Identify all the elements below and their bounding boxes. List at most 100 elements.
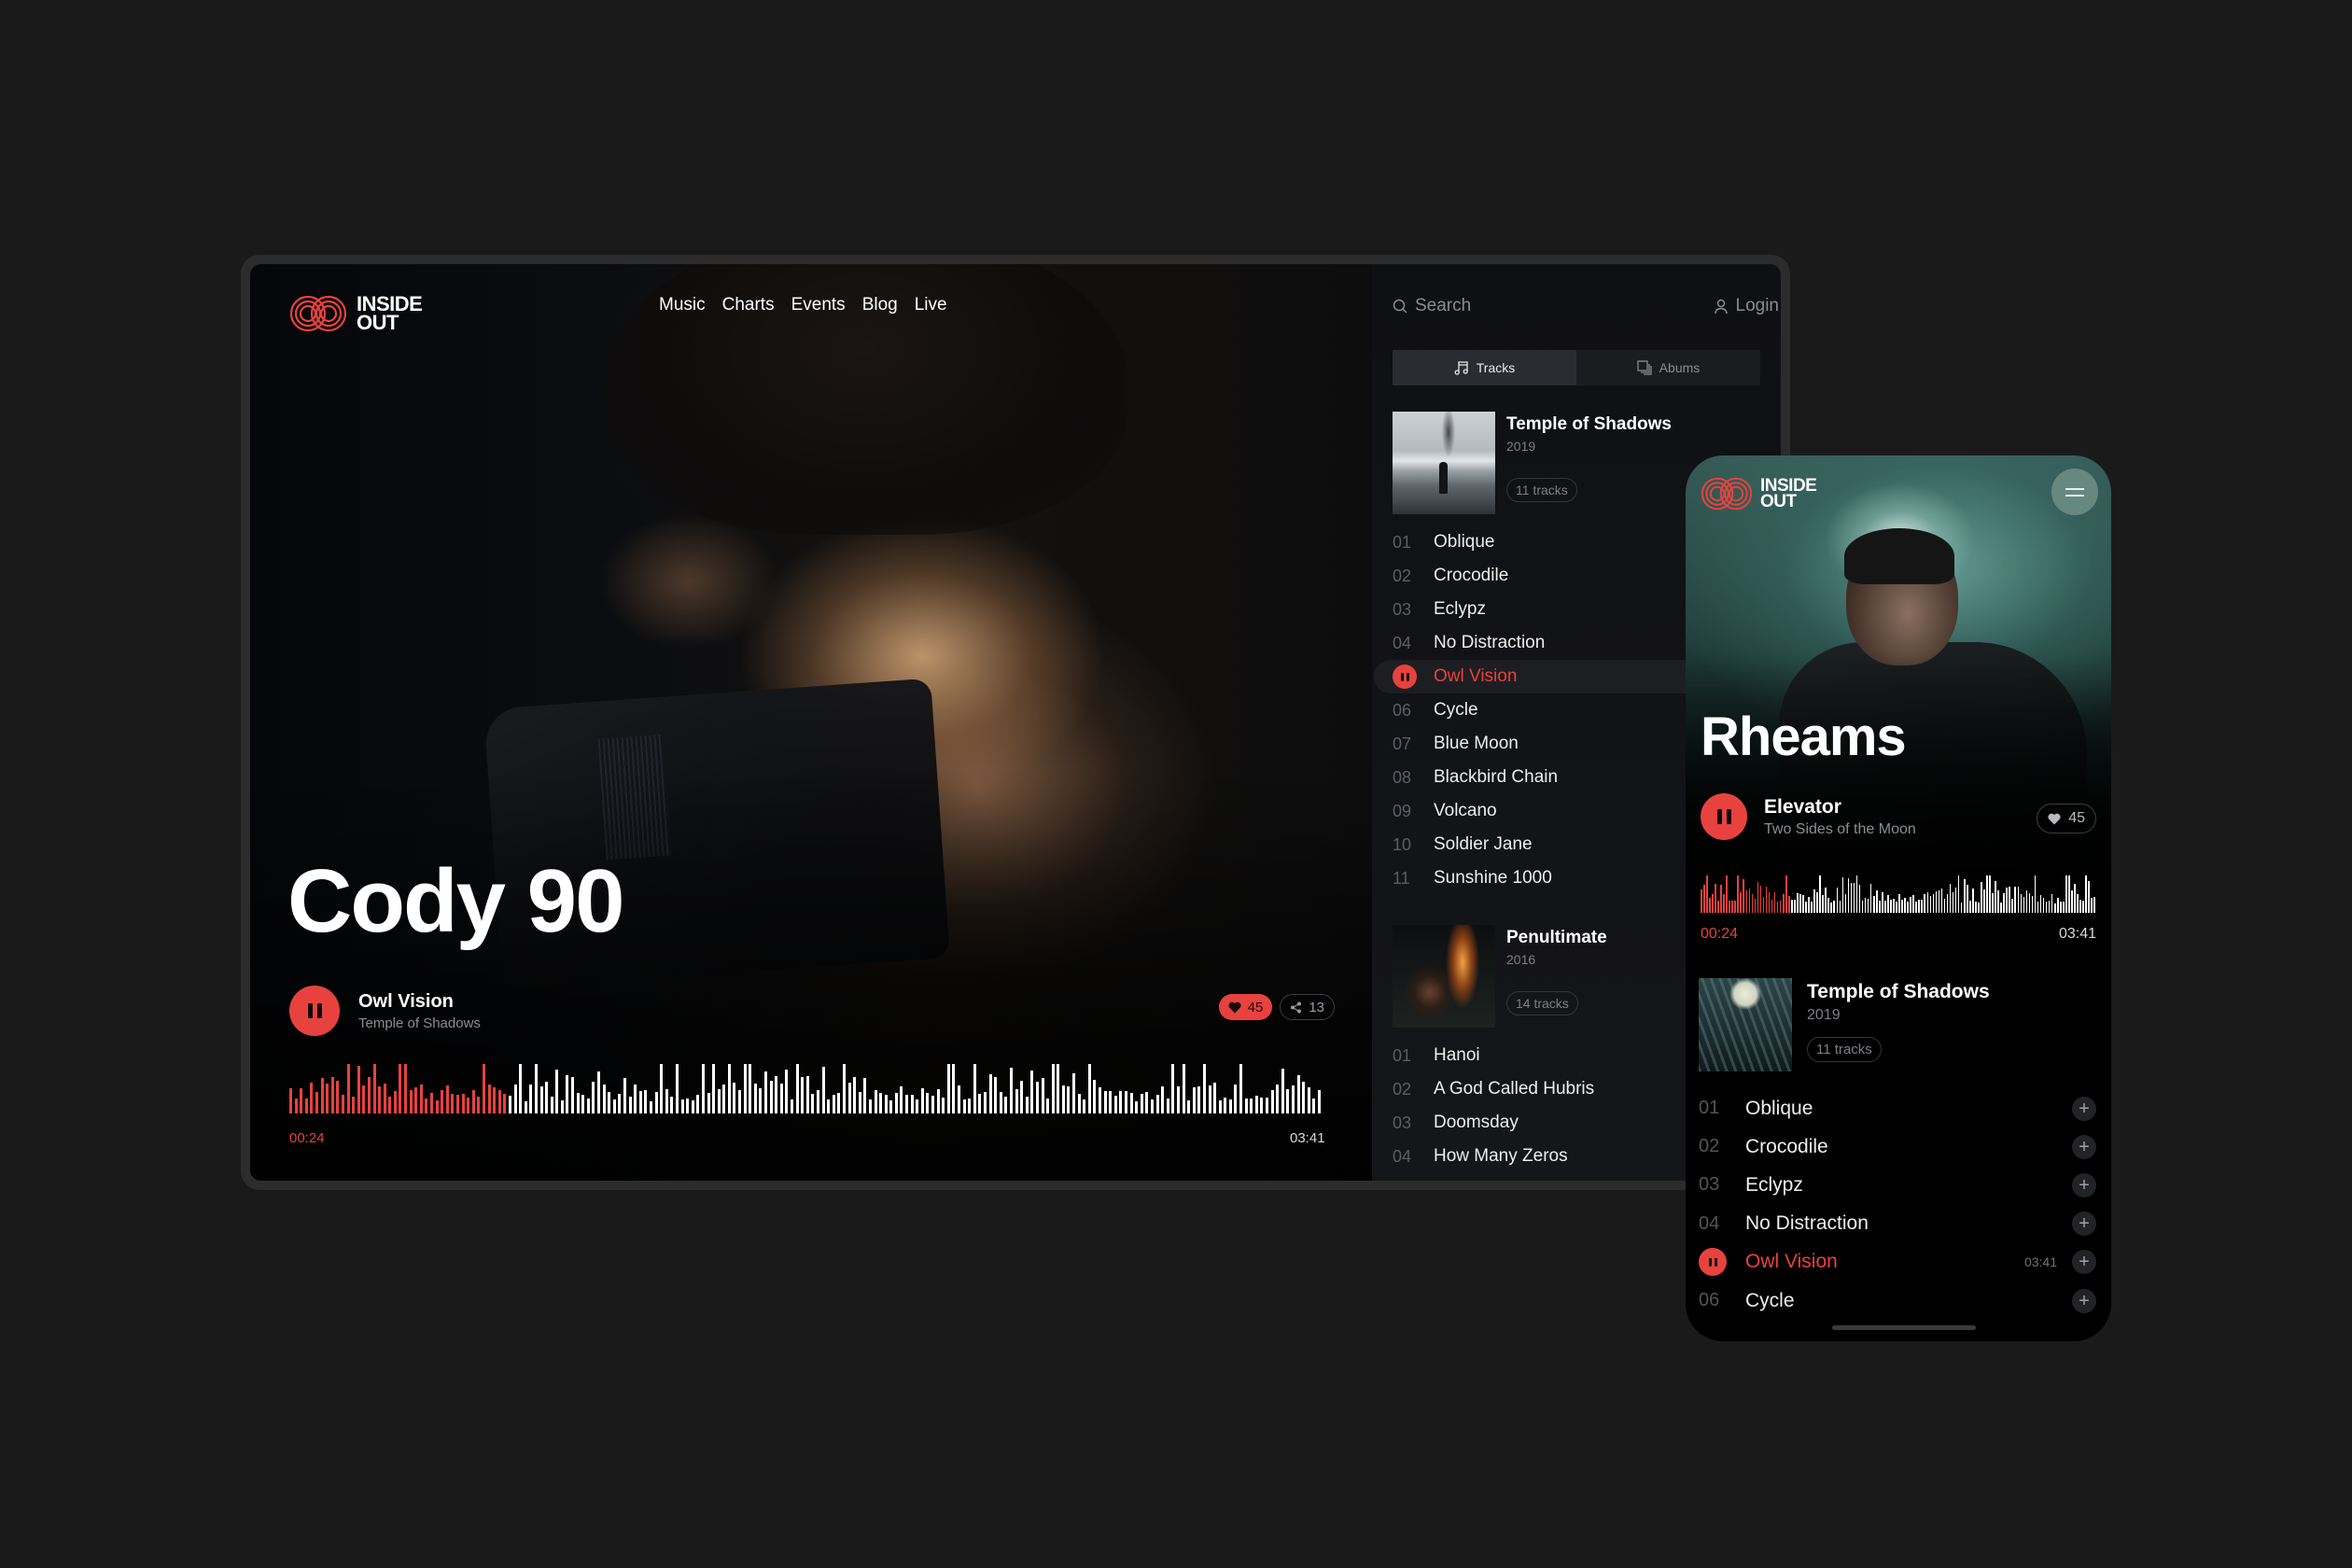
waveform-bar	[1867, 898, 1869, 913]
track-title: Cycle	[1434, 700, 1478, 720]
pause-button[interactable]	[1699, 1248, 1727, 1277]
waveform-bar	[1805, 901, 1807, 913]
waveform-bar	[644, 1090, 648, 1113]
brand-logo[interactable]: INSIDE OUT	[1701, 476, 1817, 511]
waveform-bar	[1954, 887, 1957, 913]
waveform-bar	[1864, 898, 1867, 913]
waveform-bar	[738, 1089, 742, 1113]
waveform-bar	[586, 1098, 590, 1113]
waveform-bar	[1901, 899, 1903, 913]
waveform-bar	[1926, 891, 1929, 913]
waveform-bar	[602, 1084, 606, 1113]
nav-blog[interactable]: Blog	[862, 295, 898, 315]
nav-events[interactable]: Events	[791, 295, 846, 315]
waveform-bar	[811, 1093, 815, 1113]
track-row[interactable]: 01 Oblique +	[1686, 1089, 2111, 1127]
waveform-bar	[2003, 892, 2005, 913]
waveform-bar	[2011, 899, 2014, 913]
add-to-playlist-button[interactable]: +	[2072, 1288, 2096, 1313]
plus-icon: +	[2079, 1136, 2090, 1157]
waveform-bar	[2014, 886, 2017, 913]
track-row[interactable]: Owl Vision 03:41 +	[1686, 1243, 2111, 1281]
waveform-bar	[1083, 1099, 1086, 1113]
waveform-bar	[1799, 894, 1801, 913]
waveform-bar	[2071, 890, 2073, 913]
waveform-bar	[712, 1064, 716, 1113]
nav-live[interactable]: Live	[915, 295, 947, 315]
pause-button[interactable]	[1701, 793, 1747, 840]
waveform-bar	[1119, 1090, 1123, 1113]
waveform-bar	[837, 1093, 841, 1113]
track-title: Oblique	[1745, 1097, 1813, 1119]
album-card[interactable]: Penultimate 2016 14 tracks	[1393, 925, 1607, 1028]
plus-icon: +	[2079, 1098, 2090, 1119]
add-to-playlist-button[interactable]: +	[2072, 1172, 2096, 1197]
waveform-seekbar[interactable]	[289, 1064, 1327, 1113]
waveform-bar	[399, 1064, 402, 1113]
waveform-bar	[675, 1064, 679, 1113]
current-time: 00:24	[1701, 926, 1739, 942]
track-number: 03	[1699, 1174, 1720, 1196]
pause-button[interactable]	[1393, 665, 1417, 689]
nav-music[interactable]: Music	[659, 295, 706, 315]
waveform-bar	[326, 1083, 329, 1113]
add-to-playlist-button[interactable]: +	[2072, 1134, 2096, 1159]
waveform-bar	[1929, 896, 1932, 913]
waveform-bar	[691, 1100, 694, 1113]
brand-logo[interactable]: INSIDE OUT	[289, 294, 423, 333]
nav-charts[interactable]: Charts	[722, 295, 775, 315]
waveform-bar	[1020, 1081, 1024, 1113]
search-field[interactable]: Search	[1393, 296, 1471, 316]
waveform-bar	[968, 1098, 972, 1113]
add-to-playlist-button[interactable]: +	[2072, 1096, 2096, 1121]
waveform-bar	[2042, 898, 2045, 913]
waveform-seekbar[interactable]	[1701, 875, 2096, 913]
waveform-bar	[1072, 1072, 1076, 1113]
waveform-bar	[1281, 1069, 1284, 1113]
menu-button[interactable]	[2051, 469, 2098, 515]
pause-icon	[1716, 809, 1731, 824]
track-title: Soldier Jane	[1434, 834, 1533, 854]
album-cover	[1393, 925, 1495, 1028]
waveform-bar	[425, 1099, 428, 1113]
like-button[interactable]: 45	[2037, 804, 2096, 833]
waveform-bar	[1875, 889, 1878, 913]
waveform-bar	[894, 1093, 898, 1113]
waveform-bar	[1140, 1094, 1143, 1113]
waveform-bar	[1276, 1084, 1280, 1113]
waveform-bar	[926, 1093, 930, 1113]
waveform-bar	[1759, 885, 1762, 913]
waveform-bar	[1898, 894, 1900, 913]
waveform-bar	[513, 1084, 517, 1113]
waveform-bar	[764, 1071, 768, 1113]
tab-tracks[interactable]: Tracks	[1393, 350, 1576, 385]
waveform-bar	[1155, 1094, 1159, 1113]
share-button[interactable]: 13	[1280, 994, 1335, 1020]
album-title: Temple of Shadows	[1506, 414, 1673, 434]
waveform-bar	[566, 1075, 569, 1113]
album-card[interactable]: Temple of Shadows 2019 11 tracks	[1393, 412, 1672, 514]
waveform-bar	[1057, 1064, 1060, 1113]
waveform-bar	[477, 1096, 481, 1113]
waveform-bar	[1787, 895, 1790, 913]
track-row[interactable]: 04 No Distraction +	[1686, 1205, 2111, 1243]
waveform-bar	[1067, 1085, 1071, 1113]
album-card[interactable]: Temple of Shadows 2019 11 tracks	[1699, 978, 1990, 1071]
waveform-bar	[1234, 1085, 1238, 1113]
track-row[interactable]: 02 Crocodile +	[1686, 1127, 2111, 1166]
waveform-bar	[419, 1085, 423, 1113]
waveform-bar	[2023, 896, 2025, 913]
add-to-playlist-button[interactable]: +	[2072, 1211, 2096, 1237]
track-row[interactable]: 03 Eclypz +	[1686, 1166, 2111, 1204]
track-row[interactable]: 06 Cycle +	[1686, 1281, 2111, 1320]
login-button[interactable]: Login	[1714, 296, 1779, 316]
like-button[interactable]: 45	[1218, 994, 1273, 1020]
waveform-bar	[2000, 903, 2002, 913]
add-to-playlist-button[interactable]: +	[2072, 1250, 2096, 1275]
waveform-bar	[942, 1097, 945, 1113]
desktop-app: INSIDE OUT Music Charts Events Blog Live…	[250, 264, 1781, 1181]
tab-albums[interactable]: Abums	[1576, 350, 1760, 385]
pause-button[interactable]	[289, 986, 340, 1036]
waveform-bar	[1745, 890, 1748, 913]
waveform-bar	[1957, 875, 1960, 913]
